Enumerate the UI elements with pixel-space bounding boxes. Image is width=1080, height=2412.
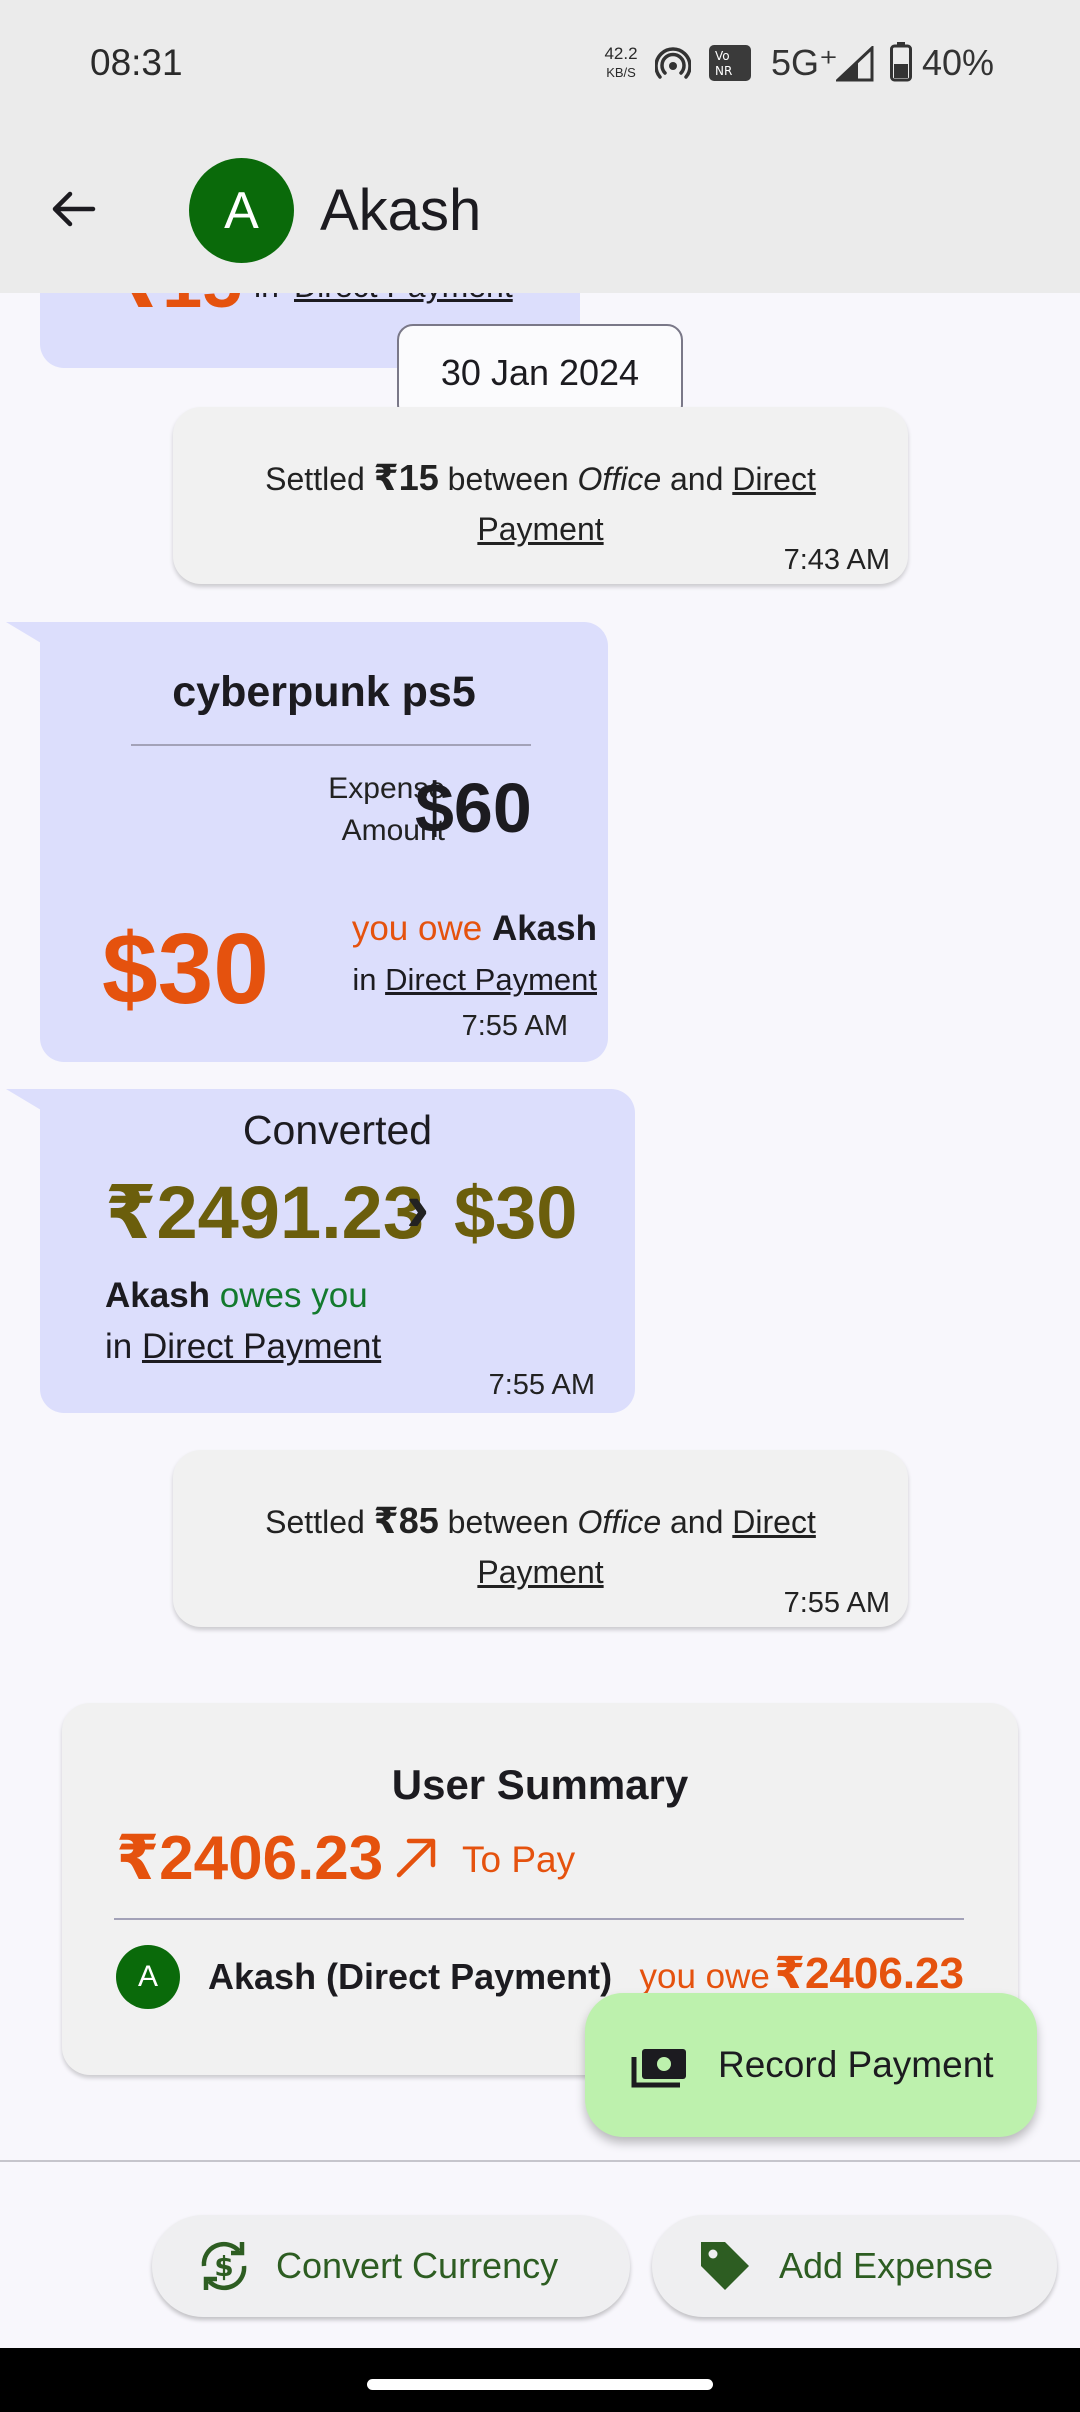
hotspot-icon [655,47,691,79]
summary-row-name: Akash (Direct Payment) [208,1956,613,1997]
summary-row-amount: ₹2406.23 [774,1949,964,1998]
signal-icon [836,46,874,82]
summary-divider [114,1918,964,1920]
settlement-to-link-2[interactable]: Payment [477,511,603,547]
message-time: 7:55 AM [461,1010,568,1042]
settlement-card[interactable]: Settled ₹85 between Office and Direct Pa… [173,1450,908,1627]
tag-icon [701,2242,749,2290]
settlement-to-link[interactable]: Direct [732,1504,816,1540]
message-time: 7:55 AM [783,1587,890,1619]
record-payment-label: Record Payment [718,2044,994,2085]
settlement-to-link-2[interactable]: Payment [477,1554,603,1590]
conversion-label: Converted [242,1107,433,1153]
conversion-owe-line: Akash owes you [105,1276,368,1315]
battery-icon [890,42,912,82]
expense-group-line: in Direct Payment [352,962,597,997]
record-payment-button[interactable]: Record Payment [585,1993,1037,2137]
add-expense-label: Add Expense [779,2245,994,2286]
settlement-to-link[interactable]: Direct [732,461,816,497]
payments-icon [631,2049,686,2088]
status-time: 08:31 [90,42,183,83]
expense-title: cyberpunk ps5 [172,668,476,716]
svg-text:$: $ [214,2250,233,2283]
convert-currency-button[interactable]: $ Convert Currency [152,2215,630,2317]
summary-avatar: A [116,1945,180,2009]
expense-group-link[interactable]: Direct Payment [385,962,597,997]
expense-divider [131,744,531,746]
network-type: 5G⁺ [771,42,839,83]
summary-row-owe: you owe ₹2406.23 [639,1949,965,1998]
settlement-amount: ₹85 [373,1500,439,1541]
conversion-group-link[interactable]: Direct Payment [142,1327,381,1366]
svg-text:Vo: Vo [715,49,730,63]
conversion-group-line: in Direct Payment [105,1327,382,1366]
expense-bubble[interactable]: cyberpunk ps5 Expense Amount $60 $30 you… [40,622,608,1062]
currency-exchange-icon: $ [201,2241,247,2291]
net-speed-unit: KB/S [606,65,636,80]
conversion-person: Akash [105,1276,211,1315]
settlement-amount: ₹15 [373,457,439,498]
conversion-arrow: › [406,1168,430,1246]
arrow-up-right-icon [396,1838,436,1878]
contact-name[interactable]: Akash [320,177,481,244]
conversion-bubble[interactable]: Converted ₹2491.23 › $30 Akash owes you … [40,1089,635,1413]
vonr-icon: Vo NR [709,45,751,81]
battery-percent: 40% [922,42,995,83]
add-expense-button[interactable]: Add Expense [652,2215,1057,2317]
summary-direction: To Pay [462,1839,576,1880]
user-summary-title: User Summary [391,1761,689,1808]
expense-amount: $60 [415,769,532,847]
summary-total: ₹2406.23 [116,1824,384,1893]
net-speed-value: 42.2 [604,44,638,63]
contact-avatar[interactable]: A [189,158,294,263]
settlement-from: Office [577,1504,662,1540]
conversion-to-amount: $30 [454,1171,578,1254]
back-arrow-icon[interactable] [48,184,98,234]
settlement-from: Office [577,461,662,497]
home-gesture-handle[interactable] [367,2379,713,2390]
settlement-text: Settled ₹85 between Office and Direct Pa… [265,1500,816,1590]
net-speed: 42.2 KB/S [597,44,645,82]
settlement-card[interactable]: Settled ₹15 between Office and Direct Pa… [173,407,908,584]
message-time: 7:43 AM [783,544,890,576]
conversion-from-amount: ₹2491.23 [105,1171,424,1254]
settlement-text: Settled ₹15 between Office and Direct Pa… [265,457,816,547]
expense-person: Akash [491,909,597,948]
bottom-divider [0,2160,1080,2162]
message-time: 7:55 AM [488,1369,595,1401]
expense-owe-line: you owe Akash [351,909,597,948]
convert-currency-label: Convert Currency [276,2245,559,2286]
svg-text:NR: NR [715,64,732,78]
app-bar [0,130,1080,293]
